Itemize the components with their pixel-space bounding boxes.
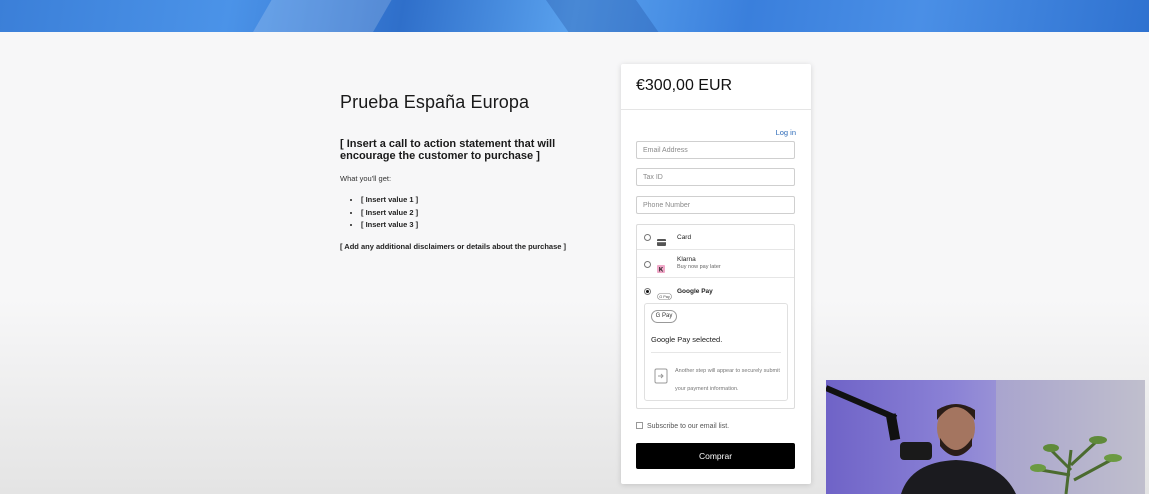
gpay-badge: G Pay — [651, 310, 677, 323]
checkout-card: €300,00 EUR Log in Email Address Tax ID … — [621, 64, 811, 484]
svg-text:K: K — [659, 267, 664, 273]
klarna-sublabel: Buy now pay later — [677, 264, 721, 270]
value-list: [ Insert value 1 ] [ Insert value 2 ] [ … — [340, 194, 600, 232]
klarna-icon: K — [657, 260, 665, 278]
gpay-label: Google Pay — [677, 288, 713, 295]
webcam-overlay — [826, 380, 1145, 494]
product-info: Prueba España Europa [ Insert a call to … — [340, 90, 600, 251]
subscribe-label: Subscribe to our email list. — [647, 423, 730, 430]
value-item: [ Insert value 1 ] — [361, 194, 600, 207]
value-item: [ Insert value 2 ] — [361, 207, 600, 220]
subscribe-option[interactable]: Subscribe to our email list. — [636, 422, 729, 430]
top-banner — [0, 0, 1149, 32]
product-title: Prueba España Europa — [340, 92, 530, 112]
buy-button[interactable]: Comprar — [636, 443, 795, 469]
gpay-step-text: Another step will appear to securely sub… — [675, 368, 780, 392]
taxid-field[interactable]: Tax ID — [636, 168, 795, 186]
divider — [651, 352, 781, 353]
email-field[interactable]: Email Address — [636, 141, 795, 159]
what-you-get-label: What you'll get: — [340, 174, 392, 183]
payment-methods: Card K Klarna Buy now pay later G Pay Go… — [636, 224, 795, 409]
gpay-radio[interactable] — [644, 288, 651, 295]
phone-field[interactable]: Phone Number — [636, 196, 795, 214]
webcam-scene-icon — [826, 380, 1145, 494]
login-link[interactable]: Log in — [776, 128, 796, 137]
gpay-selected-text: Google Pay selected. — [651, 335, 723, 344]
payment-option-card[interactable]: Card — [637, 225, 794, 250]
value-item: [ Insert value 3 ] — [361, 219, 600, 232]
price-total: €300,00 EUR — [621, 64, 811, 110]
card-icon — [657, 233, 666, 251]
redirect-icon — [654, 368, 668, 389]
cta-statement: [ Insert a call to action statement that… — [340, 138, 556, 162]
klarna-label: Klarna — [677, 256, 696, 263]
disclaimer: [ Add any additional disclaimers or deta… — [340, 241, 567, 251]
klarna-radio[interactable] — [644, 261, 651, 268]
gpay-panel: G Pay Google Pay selected. Another step … — [644, 303, 788, 401]
subscribe-checkbox[interactable] — [636, 422, 643, 429]
svg-text:G Pay: G Pay — [659, 295, 670, 299]
card-radio[interactable] — [644, 234, 651, 241]
payment-option-klarna[interactable]: K Klarna Buy now pay later — [637, 250, 794, 278]
card-label: Card — [677, 234, 692, 241]
